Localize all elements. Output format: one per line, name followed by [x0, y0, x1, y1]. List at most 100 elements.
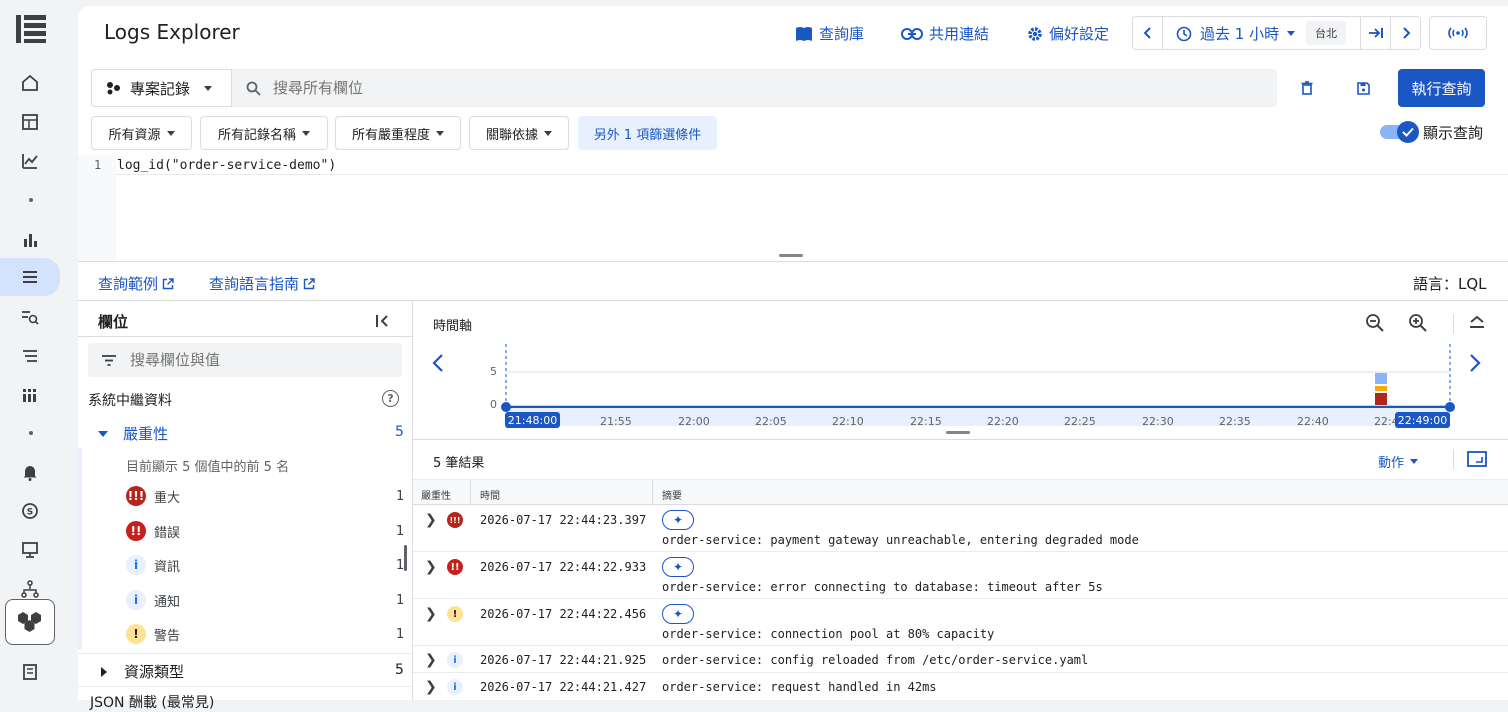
chevron-right-icon[interactable]: ❯	[425, 606, 437, 622]
chevron-left-icon	[1143, 27, 1151, 39]
alerts-bell-icon[interactable]	[14, 456, 46, 488]
monitor-icon[interactable]	[14, 534, 46, 566]
timeline-prev-button[interactable]	[432, 354, 448, 374]
ai-explain-icon[interactable]: ✦	[662, 510, 694, 530]
metrics-icon[interactable]	[14, 145, 46, 177]
uptime-check-icon[interactable]: S	[14, 495, 46, 527]
time-next-button[interactable]	[1390, 17, 1420, 49]
filter-resource[interactable]: 所有資源	[91, 116, 192, 150]
filter-log-name[interactable]: 所有記錄名稱	[200, 116, 328, 150]
bar-chart-icon[interactable]	[14, 224, 46, 256]
query-guide-link[interactable]: 查詢語言指南	[209, 273, 315, 294]
timeline-resize-handle[interactable]	[946, 431, 970, 434]
results-table-header: 嚴重性 時間 摘要	[413, 479, 1508, 505]
timezone-badge[interactable]: 台北	[1306, 21, 1346, 45]
actions-menu-button[interactable]: 動作	[1378, 452, 1419, 471]
caret-down-icon	[98, 430, 108, 437]
query-editor[interactable]: 1 log_id("order-service-demo")	[78, 155, 1508, 262]
preferences-button[interactable]: 偏好設定	[1027, 23, 1109, 44]
product-logo-icon[interactable]	[16, 14, 46, 44]
collapse-timeline-button[interactable]	[1468, 314, 1486, 332]
severity-group-header[interactable]: 嚴重性	[97, 423, 168, 444]
severity-value-critical[interactable]: !!! 重大	[126, 486, 180, 506]
release-notes-icon[interactable]	[14, 656, 46, 688]
ai-explain-icon[interactable]: ✦	[662, 557, 694, 577]
log-row[interactable]: ❯ ! 2026-07-17 22:44:22.456 ✦ order-serv…	[413, 599, 1508, 646]
chevron-right-icon[interactable]: ❯	[425, 512, 437, 528]
save-query-button[interactable]	[1353, 78, 1373, 98]
link-icon	[901, 27, 923, 40]
query-text[interactable]: log_id("order-service-demo")	[117, 158, 336, 173]
stream-logs-button[interactable]	[1429, 16, 1487, 50]
filter-correlate[interactable]: 關聯依據	[469, 116, 569, 150]
range-start-handle[interactable]	[501, 402, 511, 412]
time-prev-button[interactable]	[1133, 17, 1163, 49]
search-input[interactable]	[273, 79, 1173, 97]
fields-search-field[interactable]	[88, 343, 402, 377]
more-filters-button[interactable]: 另外 1 項篩選條件	[578, 116, 717, 150]
log-row[interactable]: ❯ !! 2026-07-17 22:44:22.933 ✦ order-ser…	[413, 552, 1508, 599]
chevron-right-icon[interactable]: ❯	[425, 679, 437, 695]
severity-value-label: 通知	[154, 594, 181, 610]
chevron-down-icon	[1287, 31, 1296, 36]
timeline-next-button[interactable]	[1469, 354, 1485, 374]
col-summary-header[interactable]: 摘要	[662, 487, 682, 502]
filter-severity[interactable]: 所有嚴重程度	[335, 116, 461, 150]
chevron-right-icon[interactable]: ❯	[425, 559, 437, 575]
log-analytics-icon[interactable]	[14, 301, 46, 333]
query-examples-link[interactable]: 查詢範例	[98, 273, 174, 294]
log-summary: order-service: request handled in 42ms	[662, 680, 937, 694]
nav-rail: S	[0, 0, 60, 700]
storage-icon[interactable]	[14, 379, 46, 411]
x-tick-label: 22:00	[678, 415, 710, 428]
project-icon	[107, 82, 120, 95]
log-row[interactable]: ❯ i 2026-07-17 22:44:21.925 order-servic…	[413, 646, 1508, 673]
col-time-header[interactable]: 時間	[480, 487, 500, 502]
clock-icon	[1176, 26, 1192, 41]
chevron-right-icon[interactable]: ❯	[425, 652, 437, 668]
clear-query-button[interactable]	[1297, 78, 1317, 98]
zoom-out-button[interactable]	[1365, 313, 1387, 335]
severity-value-notice[interactable]: i 通知	[126, 590, 180, 610]
chevron-down-icon	[302, 130, 310, 136]
query-library-button[interactable]: 查詢庫	[795, 23, 864, 44]
collapse-fields-button[interactable]	[372, 311, 394, 331]
zoom-in-button[interactable]	[1408, 313, 1430, 335]
severity-value-info[interactable]: i 資訊	[126, 555, 180, 575]
time-range-select[interactable]: 過去 1 小時	[1176, 23, 1296, 44]
severity-value-error[interactable]: !! 錯誤	[126, 521, 180, 541]
resource-type-group-header[interactable]: 資源類型	[100, 661, 184, 682]
range-end-handle[interactable]	[1445, 402, 1455, 412]
log-row[interactable]: ❯ i 2026-07-17 22:44:21.427 order-servic…	[413, 673, 1508, 700]
severity-value-label: 警告	[154, 628, 181, 644]
json-payload-group-header[interactable]: JSON 酬載 (最常見)	[90, 692, 214, 712]
jump-to-now-button[interactable]	[1360, 17, 1390, 49]
log-row[interactable]: ❯ !!! 2026-07-17 22:44:23.397 ✦ order-se…	[413, 505, 1508, 552]
hexagon-product-icon[interactable]	[5, 599, 55, 645]
scope-select[interactable]: 專案記錄	[91, 69, 232, 107]
log-router-icon[interactable]	[14, 340, 46, 372]
fields-search-input[interactable]	[130, 351, 370, 369]
ai-explain-icon[interactable]: ✦	[662, 604, 694, 624]
line-number: 1	[94, 158, 102, 172]
col-severity-header[interactable]: 嚴重性	[421, 487, 451, 502]
logs-explorer-nav-icon[interactable]	[0, 258, 60, 296]
expand-results-button[interactable]	[1467, 451, 1487, 469]
severity-group-label: 嚴重性	[123, 425, 169, 443]
y-tick-label: 0	[490, 398, 497, 411]
dashboard-icon[interactable]	[14, 106, 46, 138]
book-icon	[796, 26, 812, 41]
fields-scrollbar[interactable]	[404, 545, 407, 571]
help-icon[interactable]: ?	[382, 390, 399, 407]
severity-value-warning[interactable]: ! 警告	[126, 624, 180, 644]
share-link-button[interactable]: 共用連結	[901, 23, 989, 44]
run-query-button[interactable]: 執行查詢	[1398, 69, 1485, 107]
search-field[interactable]	[232, 69, 1277, 107]
zoom-in-icon	[1409, 314, 1427, 332]
severity-value-label: 資訊	[154, 559, 181, 575]
severity-group-rail	[78, 448, 82, 650]
show-query-toggle[interactable]	[1380, 120, 1420, 144]
share-link-label: 共用連結	[929, 25, 990, 43]
home-icon[interactable]	[14, 67, 46, 99]
resize-handle[interactable]	[779, 254, 803, 257]
